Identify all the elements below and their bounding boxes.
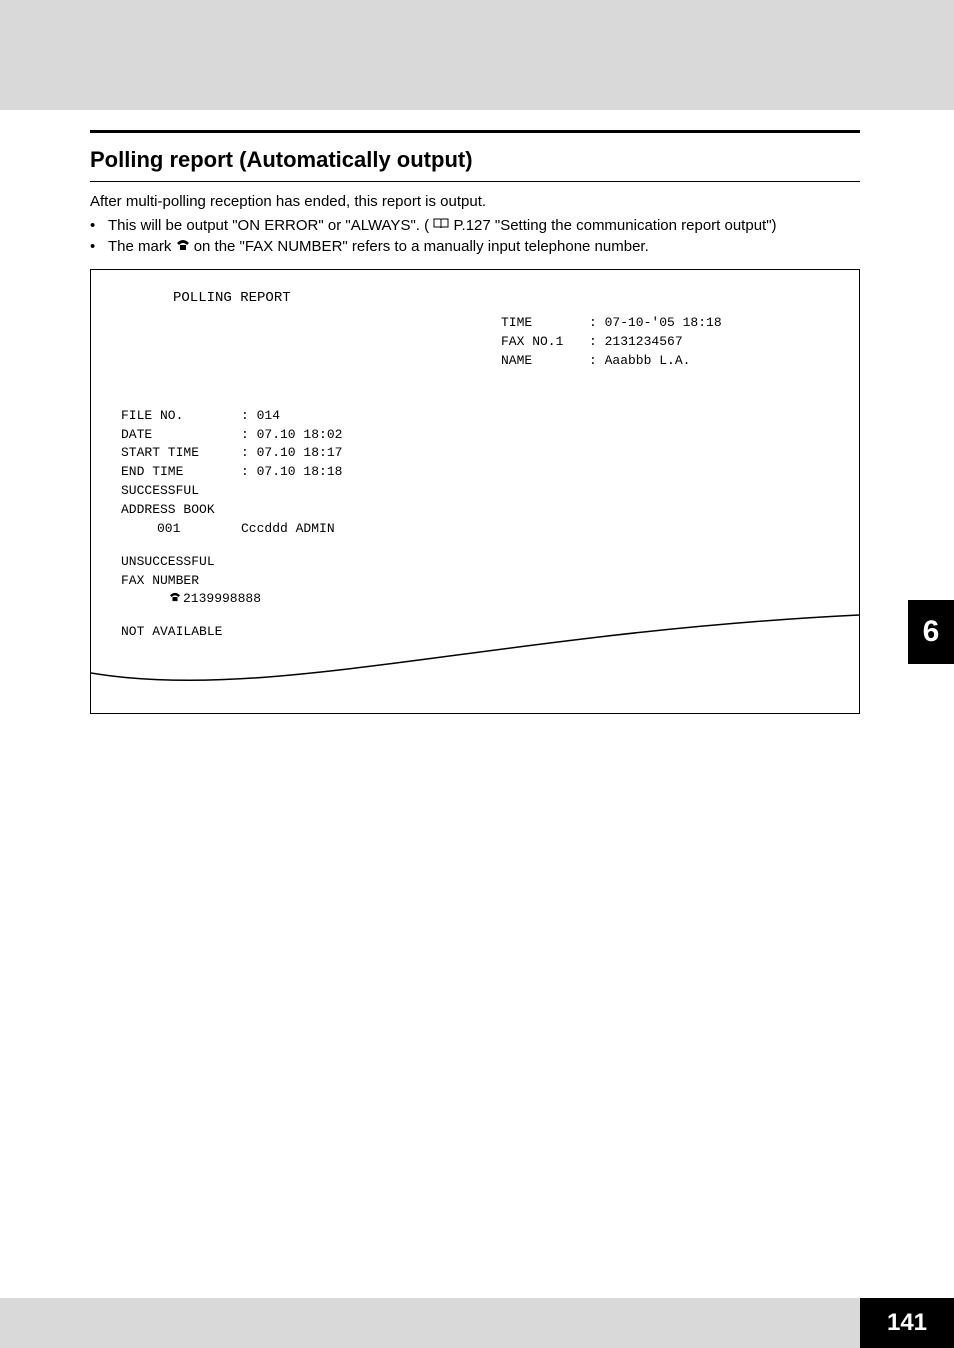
book-icon <box>433 216 449 236</box>
addr-name: Cccddd ADMIN <box>241 520 335 539</box>
name-label: NAME <box>501 352 589 371</box>
time-value: : 07-10-'05 18:18 <box>589 314 722 333</box>
bullet-item: • The mark on the "FAX NUMBER" refers to… <box>90 237 860 257</box>
phone-icon <box>169 590 181 609</box>
report-title: POLLING REPORT <box>173 288 829 308</box>
bullet-list: • This will be output "ON ERROR" or "ALW… <box>90 216 860 257</box>
addr-id: 001 <box>157 520 241 539</box>
bullet2-post: on the "FAX NUMBER" refers to a manually… <box>194 238 649 255</box>
fax-number-value: 2139998888 <box>183 590 261 609</box>
bullet1-pre: This will be output "ON ERROR" or "ALWAY… <box>108 217 429 234</box>
intro-text: After multi-polling reception has ended,… <box>90 192 860 212</box>
phone-icon <box>176 237 190 257</box>
bullet1-ref: P.127 "Setting the communication report … <box>453 217 776 234</box>
bullet-item: • This will be output "ON ERROR" or "ALW… <box>90 216 860 236</box>
faxno-value: : 2131234567 <box>589 333 683 352</box>
successful-label: SUCCESSFUL <box>121 482 241 501</box>
file-no-label: FILE NO. <box>121 407 241 426</box>
file-no-value: : 014 <box>241 407 280 426</box>
end-value: : 07.10 18:18 <box>241 463 342 482</box>
footer-band <box>0 1298 954 1348</box>
bullet2-pre: The mark <box>108 238 176 255</box>
section-title: Polling report (Automatically output) <box>90 147 860 173</box>
date-value: : 07.10 18:02 <box>241 426 342 445</box>
faxno-label: FAX NO.1 <box>501 333 589 352</box>
bullet-dot: • <box>90 237 108 257</box>
page-number-box: 141 <box>860 1298 954 1348</box>
unsuccessful-label: UNSUCCESSFUL <box>121 553 241 572</box>
rule-thick <box>90 130 860 133</box>
date-label: DATE <box>121 426 241 445</box>
start-label: START TIME <box>121 444 241 463</box>
chapter-number: 6 <box>923 615 940 649</box>
report-panel: POLLING REPORT TIME: 07-10-'05 18:18 FAX… <box>90 269 860 714</box>
page-number: 141 <box>887 1309 927 1337</box>
fax-number-label: FAX NUMBER <box>121 572 241 591</box>
address-book-label: ADDRESS BOOK <box>121 501 241 520</box>
not-available-label: NOT AVAILABLE <box>121 623 222 642</box>
header-band <box>0 0 954 110</box>
rule-thin <box>90 181 860 182</box>
time-label: TIME <box>501 314 589 333</box>
end-label: END TIME <box>121 463 241 482</box>
chapter-tab: 6 <box>908 600 954 664</box>
start-value: : 07.10 18:17 <box>241 444 342 463</box>
name-value: : Aaabbb L.A. <box>589 352 690 371</box>
bullet-dot: • <box>90 216 108 236</box>
